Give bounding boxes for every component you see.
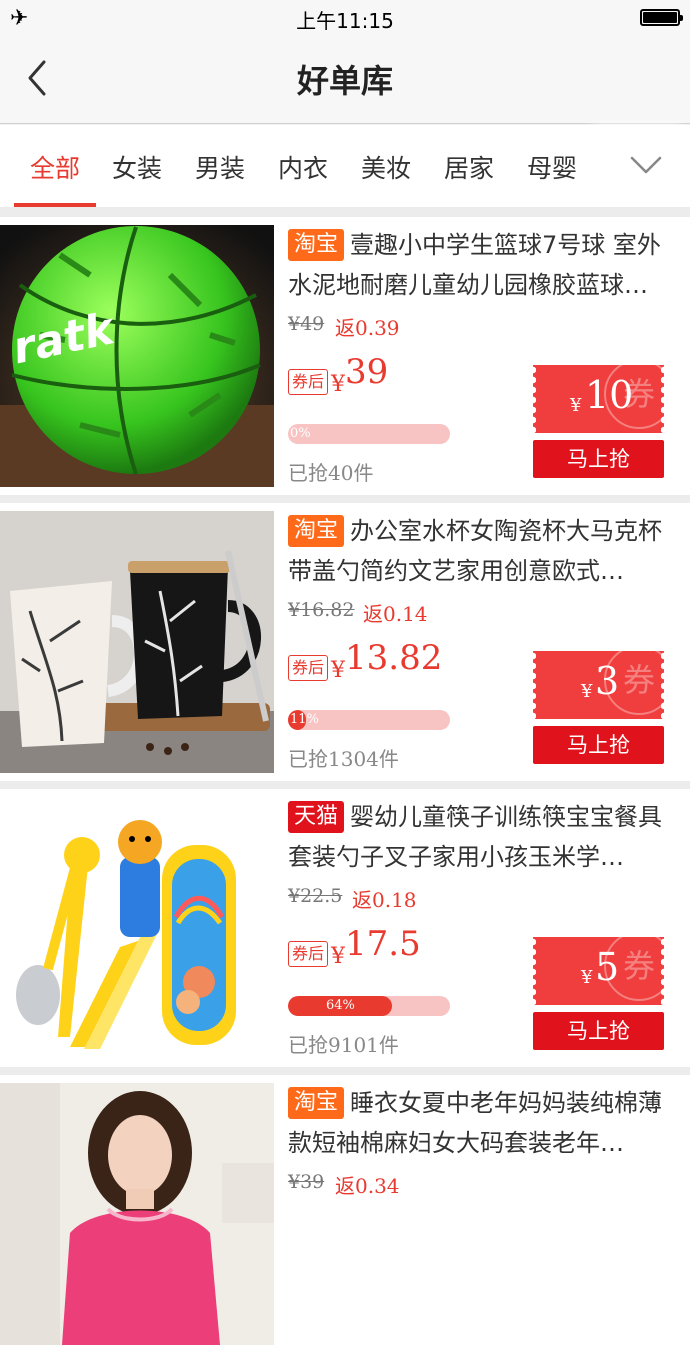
sold-count: 已抢9101件 bbox=[288, 1033, 399, 1057]
product-image[interactable]: ratk bbox=[0, 225, 274, 487]
product-card[interactable]: 淘宝 办公室水杯女陶瓷杯大马克杯带盖勺简约文艺家用创意欧式… ¥16.82 返0.… bbox=[0, 503, 690, 781]
product-image[interactable] bbox=[0, 511, 274, 773]
grab-now-button[interactable]: 马上抢 bbox=[533, 440, 664, 478]
grab-now-button[interactable]: 马上抢 bbox=[533, 726, 664, 764]
product-card[interactable]: 淘宝 睡衣女夏中老年妈妈装纯棉薄款短袖棉麻妇女大码套装老年… ¥39 返0.34 bbox=[0, 1075, 690, 1353]
coupon-value: 3 bbox=[595, 659, 620, 703]
original-price: ¥22.5 bbox=[288, 885, 343, 907]
progress-label: 64% bbox=[326, 998, 355, 1013]
tab-women[interactable]: 女装 bbox=[112, 149, 162, 185]
grab-now-button[interactable]: 马上抢 bbox=[533, 1012, 664, 1050]
coupon-badge[interactable]: 券 ¥ 3 bbox=[533, 651, 664, 719]
coupon-badge[interactable]: 券 ¥ 5 bbox=[533, 937, 664, 1005]
rebate: 返0.34 bbox=[335, 1174, 400, 1198]
currency-symbol: ¥ bbox=[331, 372, 345, 397]
progress-bar: 11% bbox=[288, 710, 450, 730]
progress-label: 0% bbox=[290, 426, 311, 441]
after-coupon-label: 券后 bbox=[288, 655, 328, 681]
product-title-text: 婴幼儿童筷子训练筷宝宝餐具套装勺子叉子家用小孩玉米学… bbox=[288, 803, 663, 871]
progress-bar: 0% bbox=[288, 424, 450, 444]
sold-count: 已抢40件 bbox=[288, 461, 374, 485]
rebate: 返0.39 bbox=[335, 316, 400, 340]
platform-badge: 淘宝 bbox=[288, 1087, 345, 1119]
currency-symbol: ¥ bbox=[331, 944, 345, 969]
product-title[interactable]: 淘宝 壹趣小中学生篮球7号球 室外水泥地耐磨儿童幼儿园橡胶蓝球… bbox=[288, 225, 678, 305]
divider bbox=[0, 781, 690, 789]
platform-badge: 淘宝 bbox=[288, 515, 345, 547]
product-image[interactable] bbox=[0, 1083, 274, 1345]
coupon-currency: ¥ bbox=[581, 681, 593, 702]
divider bbox=[0, 495, 690, 503]
final-price: 17.5 bbox=[345, 924, 421, 964]
divider bbox=[0, 1067, 690, 1075]
platform-badge: 天猫 bbox=[288, 801, 345, 833]
progress-label: 11% bbox=[290, 712, 319, 727]
product-title[interactable]: 淘宝 睡衣女夏中老年妈妈装纯棉薄款短袖棉麻妇女大码套装老年… bbox=[288, 1083, 678, 1163]
coupon-badge[interactable]: 券 ¥ 10 bbox=[533, 365, 664, 433]
original-price: ¥49 bbox=[288, 313, 325, 335]
tab-baby[interactable]: 母婴 bbox=[527, 149, 577, 185]
product-title-text: 睡衣女夏中老年妈妈装纯棉薄款短袖棉麻妇女大码套装老年… bbox=[288, 1089, 663, 1157]
battery-icon bbox=[640, 9, 683, 26]
coupon-value: 10 bbox=[585, 373, 634, 417]
product-title-text: 办公室水杯女陶瓷杯大马克杯带盖勺简约文艺家用创意欧式… bbox=[288, 517, 663, 585]
after-coupon-label: 券后 bbox=[288, 941, 328, 967]
original-price: ¥39 bbox=[288, 1171, 325, 1193]
platform-badge: 淘宝 bbox=[288, 229, 345, 261]
product-card[interactable]: ratk 淘宝 壹趣小中学生篮球7号球 室外水泥地耐磨儿童幼儿园橡胶蓝球… ¥49… bbox=[0, 217, 690, 495]
coupon-currency: ¥ bbox=[581, 967, 593, 988]
more-categories-button[interactable] bbox=[600, 125, 690, 207]
coupon-value: 5 bbox=[595, 945, 620, 989]
tab-men[interactable]: 男装 bbox=[195, 149, 245, 185]
status-time: 上午11:15 bbox=[296, 9, 394, 33]
category-tabs: 全部 女装 男装 内衣 美妆 居家 母婴 bbox=[0, 125, 690, 207]
chevron-down-icon bbox=[630, 156, 662, 174]
divider bbox=[0, 207, 690, 217]
product-title[interactable]: 淘宝 办公室水杯女陶瓷杯大马克杯带盖勺简约文艺家用创意欧式… bbox=[288, 511, 678, 591]
final-price: 39 bbox=[345, 352, 389, 392]
tab-all[interactable]: 全部 bbox=[30, 149, 80, 185]
sold-count: 已抢1304件 bbox=[288, 747, 399, 771]
product-title[interactable]: 天猫 婴幼儿童筷子训练筷宝宝餐具套装勺子叉子家用小孩玉米学… bbox=[288, 797, 678, 877]
progress-bar: 64% bbox=[288, 996, 450, 1016]
rebate: 返0.14 bbox=[363, 602, 428, 626]
final-price: 13.82 bbox=[345, 638, 443, 678]
tab-beauty[interactable]: 美妆 bbox=[361, 149, 411, 185]
product-image[interactable] bbox=[0, 797, 274, 1059]
currency-symbol: ¥ bbox=[331, 658, 345, 683]
original-price: ¥16.82 bbox=[288, 599, 355, 621]
tab-home[interactable]: 居家 bbox=[444, 149, 494, 185]
product-card[interactable]: 天猫 婴幼儿童筷子训练筷宝宝餐具套装勺子叉子家用小孩玉米学… ¥22.5 返0.1… bbox=[0, 789, 690, 1067]
after-coupon-label: 券后 bbox=[288, 369, 328, 395]
status-bar: ✈ 上午11:15 bbox=[0, 0, 690, 34]
rebate: 返0.18 bbox=[352, 888, 417, 912]
coupon-currency: ¥ bbox=[570, 395, 582, 416]
nav-bar: 好单库 bbox=[0, 34, 690, 124]
page-title: 好单库 bbox=[296, 62, 393, 100]
tab-underwear[interactable]: 内衣 bbox=[278, 149, 328, 185]
